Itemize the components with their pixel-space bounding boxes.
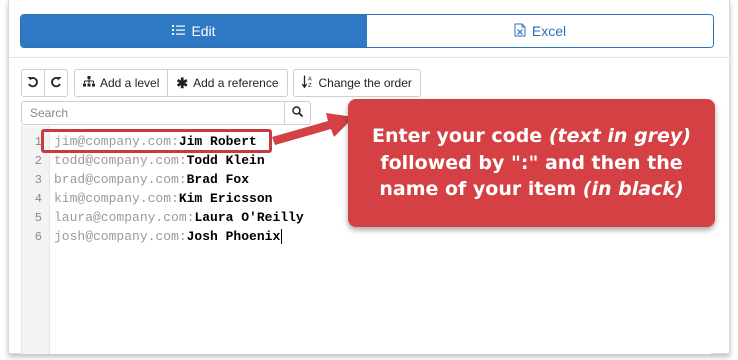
- sort-alpha-icon: A Z: [301, 75, 314, 91]
- add-level-label: Add a level: [100, 76, 160, 90]
- item-name: Jim Robert: [178, 134, 257, 149]
- sitemap-icon: [83, 76, 95, 90]
- editor-line: 5 laura@company.com:Laura O'Reilly: [22, 208, 304, 227]
- item-code: todd@company.com:: [54, 153, 187, 168]
- item-name: Laura O'Reilly: [194, 210, 304, 225]
- item-code: jim@company.com:: [54, 134, 179, 149]
- line-number: 4: [34, 191, 42, 206]
- editor-line: 4 kim@company.com:Kim Ericsson: [22, 189, 273, 208]
- tab-edit[interactable]: Edit: [21, 15, 367, 47]
- editor-line: 6 josh@company.com:Josh Phoenix: [22, 227, 283, 246]
- redo-icon: [50, 76, 62, 91]
- line-number: 3: [34, 172, 42, 187]
- tab-excel-label: Excel: [531, 23, 567, 39]
- change-order-label: Change the order: [318, 76, 412, 90]
- search-input[interactable]: [22, 102, 284, 124]
- tab-excel[interactable]: Excel: [367, 15, 713, 47]
- item-name: Kim Ericsson: [178, 191, 273, 206]
- editor-line: 1 jim@company.com:Jim Robert: [22, 132, 257, 151]
- item-name: Todd Klein: [186, 153, 265, 168]
- toolbar: Add a level ✱ Add a reference A Z Change…: [21, 69, 421, 97]
- mode-tabs: Edit Excel: [20, 14, 714, 48]
- search-box: [21, 101, 311, 125]
- line-number: 5: [34, 210, 42, 225]
- undo-icon: [27, 76, 39, 91]
- item-code: kim@company.com:: [54, 191, 179, 206]
- callout-arrow: [272, 113, 354, 145]
- callout-text: Enter your code (text in grey) followed …: [362, 123, 701, 203]
- svg-text:Z: Z: [308, 83, 312, 88]
- redo-button[interactable]: [44, 69, 68, 97]
- line-number: 6: [34, 229, 42, 244]
- history-buttons: [21, 69, 68, 97]
- divider: [8, 57, 730, 58]
- add-level-button[interactable]: Add a level: [74, 69, 169, 97]
- item-code: laura@company.com:: [54, 210, 195, 225]
- item-code: josh@company.com:: [54, 228, 187, 244]
- item-name: Brad Fox: [186, 172, 250, 187]
- add-reference-button[interactable]: ✱ Add a reference: [167, 69, 288, 97]
- line-number: 2: [34, 153, 42, 168]
- structure-buttons: Add a level ✱ Add a reference: [74, 69, 288, 97]
- asterisk-icon: ✱: [176, 74, 189, 91]
- line-number: 1: [34, 134, 42, 149]
- list-icon: [172, 23, 186, 39]
- svg-text:A: A: [308, 77, 312, 83]
- text-cursor: [281, 229, 283, 245]
- callout-text-4: (in black): [582, 178, 684, 201]
- add-reference-label: Add a reference: [193, 76, 279, 90]
- callout-text-2: (text in grey): [548, 125, 691, 148]
- editor-line: 2 todd@company.com:Todd Klein: [22, 151, 265, 170]
- item-name: Josh Phoenix: [186, 228, 281, 244]
- undo-button[interactable]: [21, 69, 45, 97]
- instruction-callout: Enter your code (text in grey) followed …: [348, 99, 715, 227]
- callout-text-1: Enter your code: [371, 125, 549, 148]
- item-code: brad@company.com:: [54, 172, 187, 187]
- editor-line: 3 brad@company.com:Brad Fox: [22, 170, 249, 189]
- tab-edit-label: Edit: [191, 23, 216, 39]
- change-order-button[interactable]: A Z Change the order: [292, 69, 421, 97]
- excel-file-icon: [514, 23, 526, 40]
